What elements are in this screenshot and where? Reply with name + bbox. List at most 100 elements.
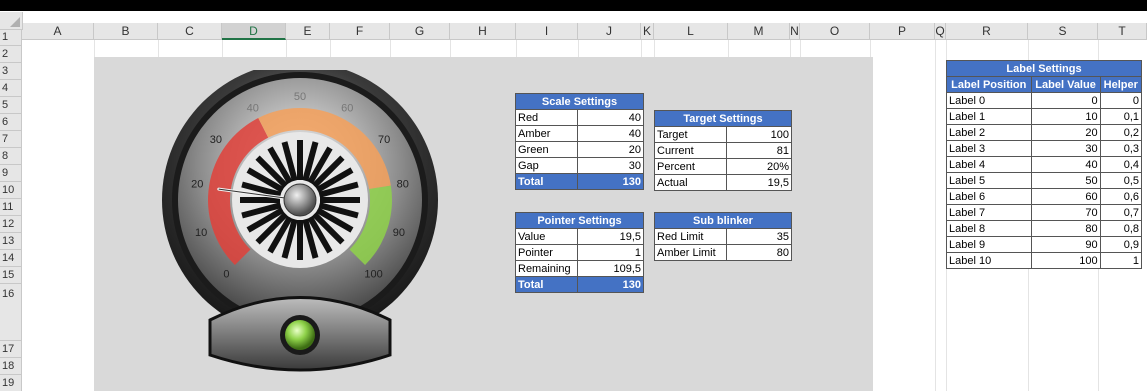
label-value[interactable]: 90 bbox=[1030, 236, 1101, 253]
label-position[interactable]: Label 9 bbox=[946, 236, 1032, 253]
row-header-6[interactable]: 6 bbox=[0, 114, 22, 131]
column-header-g[interactable]: G bbox=[390, 23, 450, 40]
row-header-11[interactable]: 11 bbox=[0, 199, 22, 216]
row-header-15[interactable]: 15 bbox=[0, 267, 22, 284]
row-value[interactable]: 40 bbox=[577, 109, 644, 126]
label-position[interactable]: Label 10 bbox=[946, 252, 1032, 269]
row-header-4[interactable]: 4 bbox=[0, 80, 22, 97]
target-settings-title[interactable]: Target Settings bbox=[654, 110, 792, 127]
label-value[interactable]: 100 bbox=[1030, 252, 1101, 269]
row-label[interactable]: Target bbox=[654, 126, 727, 143]
row-value[interactable]: 80 bbox=[726, 244, 792, 261]
column-header-q[interactable]: Q bbox=[935, 23, 946, 40]
select-all-corner[interactable] bbox=[0, 12, 23, 30]
label-position[interactable]: Label 1 bbox=[946, 108, 1032, 125]
label-helper[interactable]: 0 bbox=[1099, 92, 1143, 109]
label-helper[interactable]: 0,6 bbox=[1099, 188, 1143, 205]
row-value[interactable]: 100 bbox=[726, 126, 792, 143]
column-header-r[interactable]: R bbox=[946, 23, 1028, 40]
column-header-h[interactable]: H bbox=[450, 23, 516, 40]
row-header-14[interactable]: 14 bbox=[0, 250, 22, 267]
row-value[interactable]: 81 bbox=[726, 142, 792, 159]
row-value[interactable]: 19,5 bbox=[577, 228, 644, 245]
row-value[interactable]: 109,5 bbox=[577, 260, 644, 277]
column-header-m[interactable]: M bbox=[728, 23, 790, 40]
row-value[interactable]: 30 bbox=[577, 157, 644, 174]
row-value[interactable]: 40 bbox=[577, 125, 644, 142]
column-header-a[interactable]: A bbox=[22, 23, 94, 40]
column-header-cell[interactable]: Label Value bbox=[1030, 76, 1101, 93]
row-value[interactable]: 19,5 bbox=[726, 174, 792, 191]
row-label[interactable]: Red Limit bbox=[654, 228, 727, 245]
row-label[interactable]: Amber bbox=[515, 125, 578, 142]
label-helper[interactable]: 0,9 bbox=[1099, 236, 1143, 253]
column-header-k[interactable]: K bbox=[641, 23, 654, 40]
column-header-o[interactable]: O bbox=[800, 23, 870, 40]
row-label[interactable]: Remaining bbox=[515, 260, 578, 277]
row-header-19[interactable]: 19 bbox=[0, 375, 22, 391]
label-value[interactable]: 0 bbox=[1030, 92, 1101, 109]
label-value[interactable]: 20 bbox=[1030, 124, 1101, 141]
row-label[interactable]: Gap bbox=[515, 157, 578, 174]
column-header-i[interactable]: I bbox=[516, 23, 578, 40]
row-label[interactable]: Amber Limit bbox=[654, 244, 727, 261]
label-position[interactable]: Label 6 bbox=[946, 188, 1032, 205]
column-header-p[interactable]: P bbox=[870, 23, 935, 40]
label-position[interactable]: Label 5 bbox=[946, 172, 1032, 189]
column-header-c[interactable]: C bbox=[158, 23, 222, 40]
column-header-f[interactable]: F bbox=[330, 23, 390, 40]
row-label[interactable]: Actual bbox=[654, 174, 727, 191]
label-helper[interactable]: 0,4 bbox=[1099, 156, 1143, 173]
row-header-10[interactable]: 10 bbox=[0, 182, 22, 199]
row-label[interactable]: Pointer bbox=[515, 244, 578, 261]
column-header-s[interactable]: S bbox=[1028, 23, 1098, 40]
row-label[interactable]: Green bbox=[515, 141, 578, 158]
label-settings-title[interactable]: Label Settings bbox=[946, 60, 1142, 77]
label-value[interactable]: 30 bbox=[1030, 140, 1101, 157]
row-label[interactable]: Percent bbox=[654, 158, 727, 175]
label-value[interactable]: 40 bbox=[1030, 156, 1101, 173]
column-header-e[interactable]: E bbox=[286, 23, 330, 40]
row-value[interactable]: 1 bbox=[577, 244, 644, 261]
row-value[interactable]: 35 bbox=[726, 228, 792, 245]
row-header-13[interactable]: 13 bbox=[0, 233, 22, 250]
label-helper[interactable]: 0,3 bbox=[1099, 140, 1143, 157]
column-header-cell[interactable]: Helper bbox=[1099, 76, 1143, 93]
sub-blinker-title[interactable]: Sub blinker bbox=[654, 212, 792, 229]
label-value[interactable]: 80 bbox=[1030, 220, 1101, 237]
row-header-18[interactable]: 18 bbox=[0, 358, 22, 375]
row-value[interactable]: 20 bbox=[577, 141, 644, 158]
label-helper[interactable]: 1 bbox=[1099, 252, 1143, 269]
label-position[interactable]: Label 0 bbox=[946, 92, 1032, 109]
column-header-t[interactable]: T bbox=[1098, 23, 1147, 40]
label-helper[interactable]: 0,1 bbox=[1099, 108, 1143, 125]
label-value[interactable]: 60 bbox=[1030, 188, 1101, 205]
row-label[interactable]: Value bbox=[515, 228, 578, 245]
label-value[interactable]: 10 bbox=[1030, 108, 1101, 125]
row-header-8[interactable]: 8 bbox=[0, 148, 22, 165]
label-helper[interactable]: 0,5 bbox=[1099, 172, 1143, 189]
row-header-12[interactable]: 12 bbox=[0, 216, 22, 233]
label-helper[interactable]: 0,8 bbox=[1099, 220, 1143, 237]
label-helper[interactable]: 0,7 bbox=[1099, 204, 1143, 221]
row-header-16[interactable]: 16 bbox=[0, 284, 22, 341]
column-header-n[interactable]: N bbox=[790, 23, 800, 40]
label-position[interactable]: Label 3 bbox=[946, 140, 1032, 157]
label-value[interactable]: 70 bbox=[1030, 204, 1101, 221]
column-header-b[interactable]: B bbox=[94, 23, 158, 40]
total-value[interactable]: 130 bbox=[577, 173, 644, 190]
column-header-l[interactable]: L bbox=[654, 23, 728, 40]
row-header-17[interactable]: 17 bbox=[0, 341, 22, 358]
label-position[interactable]: Label 4 bbox=[946, 156, 1032, 173]
scale-settings-title[interactable]: Scale Settings bbox=[515, 93, 644, 110]
label-position[interactable]: Label 8 bbox=[946, 220, 1032, 237]
row-header-9[interactable]: 9 bbox=[0, 165, 22, 182]
label-position[interactable]: Label 2 bbox=[946, 124, 1032, 141]
label-helper[interactable]: 0,2 bbox=[1099, 124, 1143, 141]
row-label[interactable]: Red bbox=[515, 109, 578, 126]
column-header-d[interactable]: D bbox=[222, 23, 286, 40]
column-header-cell[interactable]: Label Position bbox=[946, 76, 1032, 93]
row-value[interactable]: 20% bbox=[726, 158, 792, 175]
label-value[interactable]: 50 bbox=[1030, 172, 1101, 189]
row-header-7[interactable]: 7 bbox=[0, 131, 22, 148]
